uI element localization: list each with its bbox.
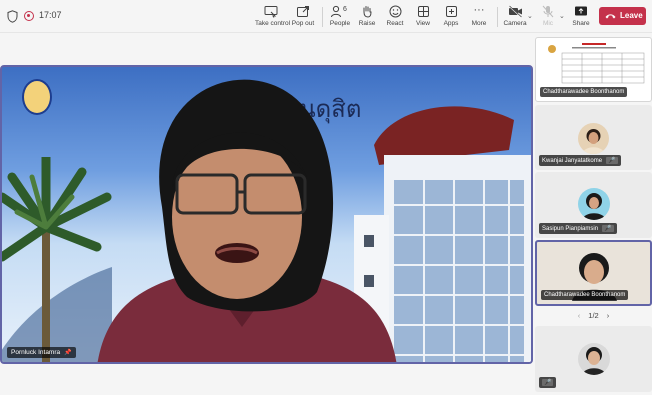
participant-tile[interactable]: Kwanjai Janyatatkome 🎤 [535,105,652,170]
mic-muted-icon: 🎤 [606,157,618,164]
people-count: 6 [343,6,347,13]
participant-video [578,188,610,220]
camera-icon [508,5,522,18]
toolbar-divider [497,7,498,27]
main-video-stage[interactable]: ัยสวนดุสิต Pornluck Intamra 📌 [0,65,533,364]
hand-icon [363,6,372,18]
raise-label: Raise [358,20,376,27]
participant-tile[interactable]: Sasipun Pianpiamsin 🎤 [535,172,652,238]
react-button[interactable]: React [384,5,406,29]
speaker-name-tag: Pornluck Intamra 📌 [7,347,76,358]
participant-name-tag: Kwanjai Janyatatkome 🎤 [539,155,621,166]
take-control-icon [264,6,278,18]
take-control-label: Take control [255,20,291,27]
people-button[interactable]: 6 People [328,5,352,29]
participant-tile-active[interactable]: Chadtharawadee Boonthanom [535,240,652,306]
shared-document-preview [542,41,646,86]
participant-name: Sasipun Pianpiamsin [542,226,599,232]
more-button[interactable]: ··· More [468,5,490,29]
camera-options-chevron-icon[interactable]: ⌄ [527,12,533,20]
participant-name-tag: Sasipun Pianpiamsin 🎤 [539,223,617,234]
share-label: Share [572,20,590,27]
pop-out-label: Pop out [291,20,315,27]
mic-button[interactable]: Mic [538,5,558,29]
participant-name-tag: Chadtharawadee Boonthanom [541,290,629,300]
meeting-toolbar: 17:07 Take control Pop out 6 People Rais… [0,0,652,33]
shield-icon [7,10,18,23]
participant-tile[interactable]: 🎤 [535,326,652,392]
grid-view-icon [417,6,429,17]
speaker-name: Pornluck Intamra [11,349,61,356]
apps-button[interactable]: Apps [440,5,462,29]
pager-label: 1/2 [588,311,599,320]
share-screen-icon [575,6,587,16]
hang-up-icon [605,14,616,19]
pin-icon[interactable]: 📌 [64,349,71,356]
participant-pager: ‹ 1/2 › [535,311,652,323]
mic-muted-icon: 🎤 [602,225,614,232]
pop-out-icon [297,6,309,17]
pager-next-chevron-icon[interactable]: › [607,311,610,320]
camera-label: Camera [503,20,527,27]
mic-label: Mic [542,20,554,27]
toolbar-divider [322,7,323,27]
view-button[interactable]: View [412,5,434,29]
camera-button[interactable]: Camera [503,5,527,29]
pager-previous-chevron-icon[interactable]: ‹ [578,311,581,320]
participant-name: Kwanjai Janyatatkome [542,158,603,164]
more-dots-icon: ··· [473,4,485,16]
speaker-video-feed [97,79,397,362]
participant-video [578,343,610,375]
participant-name: Chadtharawadee Boonthanom [543,89,625,95]
share-button[interactable]: Share [570,5,592,29]
add-apps-icon [445,6,457,17]
raise-hand-button[interactable]: Raise [356,5,378,29]
mic-options-chevron-icon[interactable]: ⌄ [559,12,565,20]
take-control-button[interactable]: Take control [255,5,291,29]
pop-out-button[interactable]: Pop out [291,5,315,29]
mic-off-icon [542,5,554,18]
participant-name: Chadtharawadee Boonthanom [544,292,626,298]
leave-label: Leave [620,11,643,20]
meeting-timer: 17:07 [39,10,62,20]
people-label: People [329,20,351,27]
react-label: React [386,20,404,27]
participant-name-tag: Chadtharawadee Boonthanom [540,87,628,97]
view-label: View [416,20,430,27]
participant-name-tag: 🎤 [539,377,557,388]
emoji-icon [389,5,401,18]
participant-video [578,123,609,154]
mic-muted-icon: 🎤 [542,379,554,386]
participant-tile[interactable]: Chadtharawadee Boonthanom [535,37,652,102]
recording-icon [24,11,34,21]
leave-button[interactable]: Leave [599,7,646,25]
university-logo [22,79,52,115]
apps-label: Apps [443,20,459,27]
more-label: More [471,20,487,27]
people-icon: 6 [330,5,350,18]
